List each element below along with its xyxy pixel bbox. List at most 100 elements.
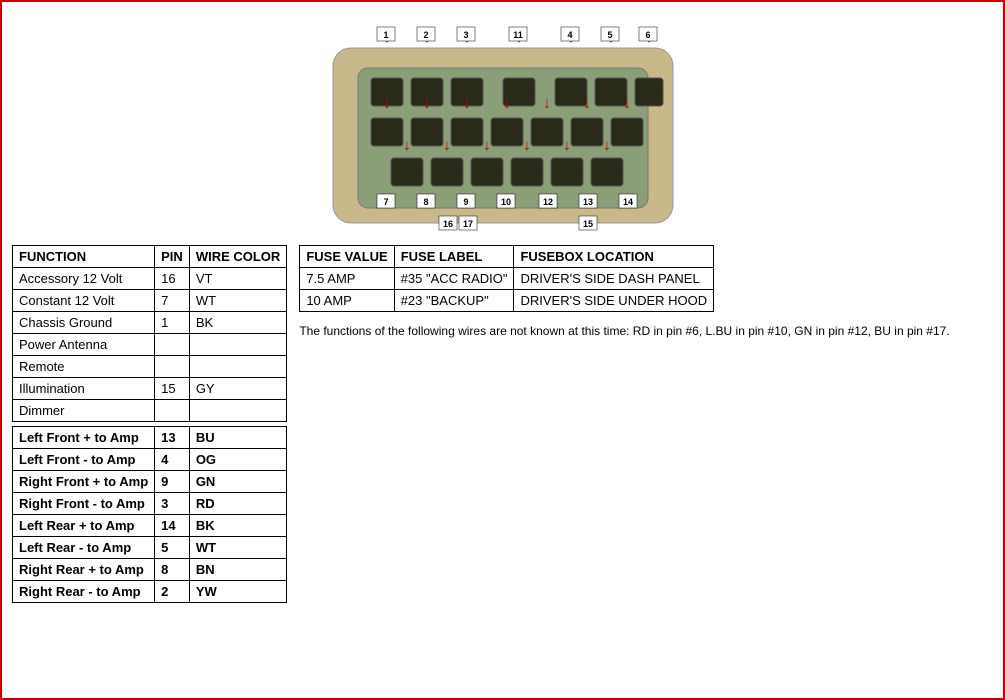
pin-cell <box>155 334 190 356</box>
svg-text:8: 8 <box>423 197 428 207</box>
wire-color-cell: WT <box>189 537 287 559</box>
fuse-table-row: 10 AMP #23 "BACKUP" DRIVER'S SIDE UNDER … <box>300 290 714 312</box>
svg-text:↓: ↓ <box>403 137 411 154</box>
right-area: FUSE VALUE FUSE LABEL FUSEBOX LOCATION 7… <box>299 245 993 340</box>
table-row: Illumination 15 GY <box>13 378 287 400</box>
wire-color-cell <box>189 356 287 378</box>
wire-color-cell: VT <box>189 268 287 290</box>
wire-color-cell: RD <box>189 493 287 515</box>
fuse-value-header: FUSE VALUE <box>300 246 394 268</box>
pin-cell: 2 <box>155 581 190 603</box>
function-cell: Constant 12 Volt <box>13 290 155 312</box>
pin-cell: 4 <box>155 449 190 471</box>
pin-cell: 5 <box>155 537 190 559</box>
svg-text:9: 9 <box>463 197 468 207</box>
function-cell: Right Front - to Amp <box>13 493 155 515</box>
function-header: FUNCTION <box>13 246 155 268</box>
table-row: Left Rear - to Amp 5 WT <box>13 537 287 559</box>
table-row: Constant 12 Volt 7 WT <box>13 290 287 312</box>
svg-text:↓: ↓ <box>563 137 571 154</box>
pin-header: PIN <box>155 246 190 268</box>
fuse-label-cell: #35 "ACC RADIO" <box>394 268 514 290</box>
wire-color-cell: BU <box>189 427 287 449</box>
function-cell: Right Front + to Amp <box>13 471 155 493</box>
function-cell: Illumination <box>13 378 155 400</box>
wire-color-cell <box>189 334 287 356</box>
table-row: Dimmer <box>13 400 287 422</box>
svg-text:16: 16 <box>442 219 452 229</box>
main-table: FUNCTION PIN WIRE COLOR Accessory 12 Vol… <box>12 245 287 603</box>
function-cell: Dimmer <box>13 400 155 422</box>
svg-text:4: 4 <box>567 30 572 40</box>
wire-color-cell: BK <box>189 515 287 537</box>
wire-color-cell: BK <box>189 312 287 334</box>
svg-text:↓: ↓ <box>383 95 391 112</box>
fuse-value-cell: 10 AMP <box>300 290 394 312</box>
wire-color-cell: YW <box>189 581 287 603</box>
fuse-label-cell: #23 "BACKUP" <box>394 290 514 312</box>
table-row: Right Front - to Amp 3 RD <box>13 493 287 515</box>
pin-cell <box>155 356 190 378</box>
svg-text:15: 15 <box>582 219 592 229</box>
fusebox-location-header: FUSEBOX LOCATION <box>514 246 714 268</box>
svg-text:13: 13 <box>582 197 592 207</box>
connector-svg: ↓ ↓ ↓ ↓ ↓ ↓ ↓ ↓ ↓ ↓ ↓ ↓ ↓ ↓ ↓ ↓ ↓ ↓ ↓ ↓ … <box>303 20 703 235</box>
svg-text:14: 14 <box>622 197 632 207</box>
function-cell: Left Front - to Amp <box>13 449 155 471</box>
function-cell: Left Rear - to Amp <box>13 537 155 559</box>
svg-text:↓: ↓ <box>423 95 431 112</box>
svg-text:↓: ↓ <box>623 95 631 112</box>
svg-text:11: 11 <box>513 30 523 40</box>
pin-cell: 14 <box>155 515 190 537</box>
pin-cell: 3 <box>155 493 190 515</box>
svg-text:↓: ↓ <box>443 137 451 154</box>
pin-cell <box>155 400 190 422</box>
function-cell: Power Antenna <box>13 334 155 356</box>
connector-diagram: ↓ ↓ ↓ ↓ ↓ ↓ ↓ ↓ ↓ ↓ ↓ ↓ ↓ ↓ ↓ ↓ ↓ ↓ ↓ ↓ … <box>12 20 993 235</box>
pin-cell: 15 <box>155 378 190 400</box>
svg-text:1: 1 <box>383 30 388 40</box>
fuse-location-cell: DRIVER'S SIDE UNDER HOOD <box>514 290 714 312</box>
svg-text:17: 17 <box>462 219 472 229</box>
function-cell: Chassis Ground <box>13 312 155 334</box>
svg-text:12: 12 <box>542 197 552 207</box>
pin-cell: 7 <box>155 290 190 312</box>
table-row: Power Antenna <box>13 334 287 356</box>
svg-text:7: 7 <box>383 197 388 207</box>
wire-color-cell <box>189 400 287 422</box>
table-row: Chassis Ground 1 BK <box>13 312 287 334</box>
table-row: Left Rear + to Amp 14 BK <box>13 515 287 537</box>
pin-cell: 16 <box>155 268 190 290</box>
function-cell: Left Rear + to Amp <box>13 515 155 537</box>
svg-text:↓: ↓ <box>603 137 611 154</box>
svg-text:10: 10 <box>500 197 510 207</box>
fuse-location-cell: DRIVER'S SIDE DASH PANEL <box>514 268 714 290</box>
function-cell: Left Front + to Amp <box>13 427 155 449</box>
table-row: Left Front + to Amp 13 BU <box>13 427 287 449</box>
svg-text:5: 5 <box>607 30 612 40</box>
table-row: Accessory 12 Volt 16 VT <box>13 268 287 290</box>
wire-color-header: WIRE COLOR <box>189 246 287 268</box>
fuse-table-row: 7.5 AMP #35 "ACC RADIO" DRIVER'S SIDE DA… <box>300 268 714 290</box>
svg-text:↓: ↓ <box>523 137 531 154</box>
fuse-value-cell: 7.5 AMP <box>300 268 394 290</box>
pin-cell: 8 <box>155 559 190 581</box>
function-cell: Remote <box>13 356 155 378</box>
function-cell: Accessory 12 Volt <box>13 268 155 290</box>
wire-color-cell: GY <box>189 378 287 400</box>
function-cell: Right Rear + to Amp <box>13 559 155 581</box>
wire-color-cell: GN <box>189 471 287 493</box>
svg-text:↓: ↓ <box>583 95 591 112</box>
svg-text:6: 6 <box>645 30 650 40</box>
wire-color-cell: OG <box>189 449 287 471</box>
svg-text:↓: ↓ <box>463 95 471 112</box>
svg-text:↓: ↓ <box>483 137 491 154</box>
svg-text:↓: ↓ <box>543 95 551 112</box>
fuse-label-header: FUSE LABEL <box>394 246 514 268</box>
svg-text:↓: ↓ <box>503 95 511 112</box>
table-row: Right Front + to Amp 9 GN <box>13 471 287 493</box>
table-row: Right Rear - to Amp 2 YW <box>13 581 287 603</box>
wire-color-cell: BN <box>189 559 287 581</box>
note-text: The functions of the following wires are… <box>299 322 993 340</box>
pin-cell: 9 <box>155 471 190 493</box>
